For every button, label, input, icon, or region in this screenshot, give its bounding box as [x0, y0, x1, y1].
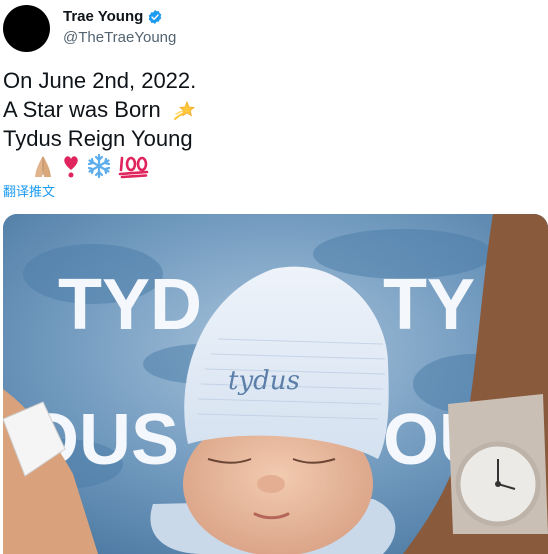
- folded-hands-emoji: [35, 156, 51, 177]
- backdrop-text-left: TYD: [58, 265, 202, 345]
- avatar[interactable]: [3, 5, 50, 52]
- hat-embroidery-text: tydus: [228, 366, 300, 396]
- verified-badge-icon: [149, 10, 162, 24]
- tweet-media-photo[interactable]: TYD TY OUS OU tydus: [3, 214, 548, 554]
- wristwatch: [448, 394, 548, 534]
- heart-exclamation-emoji: [64, 156, 78, 178]
- emoji-row: [30, 152, 150, 180]
- newborn-photo: TYD TY OUS OU tydus: [3, 214, 548, 554]
- author-name-row[interactable]: Trae Young: [63, 8, 163, 26]
- translate-tweet-link[interactable]: 翻译推文: [3, 184, 55, 200]
- author-name[interactable]: Trae Young: [63, 8, 143, 26]
- snowflake-emoji: [87, 153, 111, 179]
- tweet-header: Trae Young @TheTraeYoung: [0, 0, 548, 64]
- hundred-points-emoji: [118, 156, 149, 179]
- tweet-line-2-text: A Star was Born: [3, 97, 161, 122]
- tweet-text: On June 2nd, 2022. A Star was Born Tydus…: [3, 66, 199, 153]
- dizzy-star-emoji: [173, 101, 195, 121]
- tweet-line-2: A Star was Born: [3, 95, 199, 124]
- tweet-line-1: On June 2nd, 2022.: [3, 68, 197, 93]
- tweet-line-3: Tydus Reign Young: [3, 126, 193, 151]
- backdrop-text-right: TY: [383, 265, 475, 345]
- author-handle[interactable]: @TheTraeYoung: [63, 29, 176, 47]
